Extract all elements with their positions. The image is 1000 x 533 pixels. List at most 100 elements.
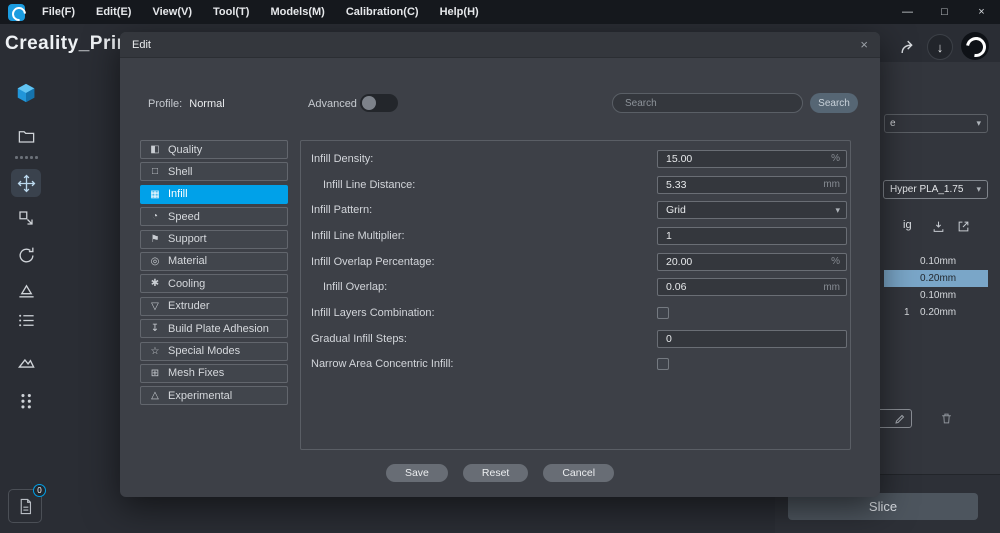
rotate-icon xyxy=(19,247,34,262)
setting-row: Infill Pattern: Grid xyxy=(311,197,847,223)
dialog-close-icon[interactable]: × xyxy=(860,37,868,52)
export-config-button[interactable] xyxy=(955,218,971,234)
category-infill[interactable]: ▦ Infill xyxy=(140,184,288,204)
download-button[interactable]: ↓ xyxy=(927,34,953,60)
menubar: File(F) Edit(E) View(V) Tool(T) Models(M… xyxy=(42,6,479,18)
scale-icon xyxy=(19,211,33,225)
setting-row: Infill Overlap: 0.06 mm xyxy=(311,274,847,300)
profile-row-value: 0.10mm xyxy=(920,256,957,267)
infill-overlap-input[interactable]: 0.06 mm xyxy=(657,278,847,297)
category-material[interactable]: ◎ Material xyxy=(140,251,288,271)
dialog-header[interactable]: Edit × xyxy=(120,32,880,58)
file-list-button[interactable]: 0 xyxy=(8,484,46,523)
infill-line-distance-input[interactable]: 5.33 mm xyxy=(657,175,847,194)
material-select[interactable]: Hyper PLA_1.75 xyxy=(883,180,988,199)
profile-row[interactable]: 0.10mm xyxy=(884,287,988,304)
profile-label: Profile: xyxy=(148,98,183,110)
profile-row[interactable]: 0.10mm xyxy=(884,253,988,270)
category-quality[interactable]: ◧ Quality xyxy=(140,140,288,159)
sidebar-item-pattern[interactable] xyxy=(11,386,41,414)
setting-row: Narrow Area Concentric Infill: xyxy=(311,352,847,378)
category-speed[interactable]: ◔ Speed xyxy=(140,207,288,227)
setting-row: Infill Line Distance: 5.33 mm xyxy=(311,172,847,198)
infill-line-multiplier-input[interactable]: 1 xyxy=(657,226,847,245)
cancel-button[interactable]: Cancel xyxy=(543,464,615,482)
sidebar-item-scale[interactable] xyxy=(11,204,41,232)
quality-icon: ◧ xyxy=(150,144,160,155)
user-avatar[interactable] xyxy=(961,32,989,60)
profile-row-value: 0.20mm xyxy=(920,273,957,284)
category-extruder[interactable]: ▽ Extruder xyxy=(140,296,288,316)
delete-profile-button[interactable] xyxy=(938,410,954,426)
lay-flat-icon xyxy=(18,283,34,298)
reset-button[interactable]: Reset xyxy=(462,464,529,482)
sidebar-item-open-file[interactable] xyxy=(11,122,41,150)
infill-density-input[interactable]: 15.00% xyxy=(657,149,847,168)
maximize-button[interactable]: □ xyxy=(926,0,963,24)
support-icon xyxy=(17,358,35,368)
menu-file[interactable]: File(F) xyxy=(42,6,75,18)
profile-row-value: 0.10mm xyxy=(920,290,957,301)
close-button[interactable]: × xyxy=(963,0,1000,24)
category-support[interactable]: ⚑ Support xyxy=(140,229,288,249)
advanced-toggle[interactable] xyxy=(360,94,398,112)
adhesion-icon: ↧ xyxy=(150,323,160,335)
setting-row: Infill Layers Combination: xyxy=(311,300,847,326)
import-icon xyxy=(933,221,943,232)
minimize-button[interactable]: — xyxy=(889,0,926,24)
profile-row-selected[interactable]: 0.20mm xyxy=(884,270,988,287)
star-icon: ☆ xyxy=(150,345,160,357)
extruder-icon: ▽ xyxy=(151,300,159,312)
document-icon xyxy=(20,498,31,514)
sidebar-item-lay-flat[interactable] xyxy=(11,276,41,304)
search-button[interactable]: Search xyxy=(810,93,858,113)
category-cooling[interactable]: ✱ Cooling xyxy=(140,274,288,294)
category-special-modes[interactable]: ☆ Special Modes xyxy=(140,341,288,361)
advanced-label: Advanced xyxy=(308,98,357,110)
menu-tool[interactable]: Tool(T) xyxy=(213,6,249,18)
category-mesh-fixes[interactable]: ⊞ Mesh Fixes xyxy=(140,363,288,383)
speed-icon: ◔ xyxy=(151,211,159,223)
sidebar-item-object-list[interactable] xyxy=(11,306,41,334)
sidebar-separator xyxy=(15,156,38,159)
creality-logo-icon xyxy=(8,3,25,21)
profile-row-value: 0.20mm xyxy=(920,307,957,318)
settings-panel: Infill Density: 15.00% Infill Line Dista… xyxy=(300,140,851,450)
support-icon: ⚑ xyxy=(150,233,160,245)
printer-select-text: e xyxy=(890,118,896,129)
search-input[interactable] xyxy=(612,93,803,113)
printer-select[interactable]: e xyxy=(884,114,988,133)
sidebar-item-rotate[interactable] xyxy=(11,241,41,269)
infill-overlap-percentage-input[interactable]: 20.00% xyxy=(657,252,847,271)
edit-dialog: Edit × Profile: Normal Advanced Search ◧Q… xyxy=(120,32,880,497)
menu-calibration[interactable]: Calibration(C) xyxy=(346,6,419,18)
folder-icon xyxy=(18,130,34,143)
menu-help[interactable]: Help(H) xyxy=(440,6,479,18)
infill-pattern-select[interactable]: Grid xyxy=(657,201,847,220)
category-shell[interactable]: □ Shell xyxy=(140,162,288,182)
infill-layers-combination-checkbox[interactable] xyxy=(657,306,669,319)
menu-edit[interactable]: Edit(E) xyxy=(96,6,131,18)
cube-icon xyxy=(17,83,35,103)
titlebar: File(F) Edit(E) View(V) Tool(T) Models(M… xyxy=(0,0,1000,24)
share-button[interactable] xyxy=(898,37,918,57)
pencil-icon xyxy=(895,414,905,424)
profile-row[interactable]: 1 0.20mm xyxy=(884,304,988,321)
sidebar-item-move[interactable] xyxy=(11,169,41,197)
category-experimental[interactable]: △ Experimental xyxy=(140,386,288,406)
category-build-plate-adhesion[interactable]: ↧ Build Plate Adhesion xyxy=(140,319,288,339)
menu-view[interactable]: View(V) xyxy=(152,6,192,18)
dialog-footer: Save Reset Cancel xyxy=(120,464,880,482)
sidebar-item-support[interactable] xyxy=(11,347,41,375)
material-icon: ◎ xyxy=(150,255,160,267)
slice-button[interactable]: Slice xyxy=(788,493,978,520)
import-config-button[interactable] xyxy=(930,218,946,234)
infill-icon: ▦ xyxy=(150,188,160,200)
sidebar-item-model-view[interactable] xyxy=(11,79,41,107)
narrow-area-concentric-infill-checkbox[interactable] xyxy=(657,358,669,371)
gradual-infill-steps-input[interactable]: 0 xyxy=(657,329,847,348)
menu-models[interactable]: Models(M) xyxy=(270,6,324,18)
forward-arrow-icon xyxy=(900,40,913,53)
save-button[interactable]: Save xyxy=(385,464,448,482)
trash-icon xyxy=(941,413,951,423)
